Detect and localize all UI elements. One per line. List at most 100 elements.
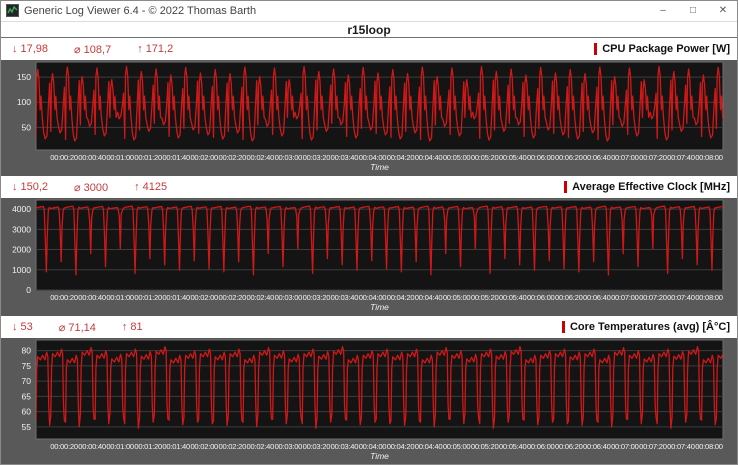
series-color-icon [562,321,565,333]
svg-text:00:05:20: 00:05:20 [471,293,499,302]
svg-text:00:07:20: 00:07:20 [639,293,667,302]
minimize-button[interactable]: – [648,0,678,21]
stat-max-value: 171,2 [146,43,174,55]
svg-text:00:05:00: 00:05:00 [443,293,471,302]
series-color-icon [564,181,567,193]
svg-text:00:03:20: 00:03:20 [303,153,331,162]
app-window: Generic Log Viewer 6.4 - © 2022 Thomas B… [0,0,738,465]
stat-min: ↓17,98 [12,43,48,55]
svg-text:00:01:40: 00:01:40 [162,293,190,302]
effective-clock-chart[interactable]: 0100020003000400000:00:2000:00:4000:01:0… [0,198,738,316]
svg-text:00:02:20: 00:02:20 [219,153,247,162]
stat-max: ↑81 [122,321,143,333]
series-label: Average Effective Clock [MHz] [564,181,730,193]
svg-text:00:04:20: 00:04:20 [387,442,415,451]
svg-text:75: 75 [22,361,32,371]
svg-text:80: 80 [22,346,32,356]
svg-text:00:06:20: 00:06:20 [555,442,583,451]
svg-text:00:03:20: 00:03:20 [303,442,331,451]
svg-text:00:06:00: 00:06:00 [527,153,555,162]
series-title: Core Temperatures (avg) [Â°C] [570,321,730,333]
svg-text:00:01:00: 00:01:00 [106,153,134,162]
window-title: Generic Log Viewer 6.4 - © 2022 Thomas B… [24,5,256,17]
svg-text:00:02:40: 00:02:40 [247,442,275,451]
avg-icon: ⌀ [74,44,81,56]
svg-text:00:04:40: 00:04:40 [415,442,443,451]
svg-text:00:04:20: 00:04:20 [387,293,415,302]
stat-max: ↑4125 [134,181,167,193]
svg-text:00:06:40: 00:06:40 [583,153,611,162]
max-arrow-icon: ↑ [134,181,140,193]
svg-text:00:03:00: 00:03:00 [275,442,303,451]
svg-text:00:02:20: 00:02:20 [219,293,247,302]
svg-text:00:00:40: 00:00:40 [78,153,106,162]
min-arrow-icon: ↓ [12,181,18,193]
max-arrow-icon: ↑ [137,43,143,55]
stats-row: ↓17,98 ⌀108,7 ↑171,2 CPU Package Power [… [0,38,738,60]
stat-avg: ⌀71,14 [59,321,96,334]
svg-text:00:04:40: 00:04:40 [415,293,443,302]
svg-text:00:04:00: 00:04:00 [359,293,387,302]
stat-avg-value: 108,7 [84,44,112,56]
svg-text:00:03:20: 00:03:20 [303,293,331,302]
stat-max: ↑171,2 [137,43,173,55]
svg-text:00:03:40: 00:03:40 [331,153,359,162]
svg-text:00:03:00: 00:03:00 [275,153,303,162]
svg-text:60: 60 [22,407,32,417]
svg-text:Time: Time [370,451,389,461]
svg-text:00:06:20: 00:06:20 [555,293,583,302]
svg-text:00:05:00: 00:05:00 [443,153,471,162]
series-label: Core Temperatures (avg) [Â°C] [562,321,730,333]
svg-text:00:00:20: 00:00:20 [50,153,78,162]
avg-icon: ⌀ [59,322,66,334]
svg-text:00:01:20: 00:01:20 [134,442,162,451]
app-icon [6,4,19,17]
log-header: r15loop [0,22,738,38]
svg-text:00:01:40: 00:01:40 [162,153,190,162]
close-button[interactable]: ✕ [708,0,738,21]
svg-text:00:02:40: 00:02:40 [247,153,275,162]
min-arrow-icon: ↓ [12,321,18,333]
svg-text:00:06:20: 00:06:20 [555,153,583,162]
svg-text:00:02:20: 00:02:20 [219,442,247,451]
log-name: r15loop [347,23,390,37]
chart-section-core-temps: ↓53 ⌀71,14 ↑81 Core Temperatures (avg) [… [0,316,738,465]
svg-text:2000: 2000 [12,245,31,255]
svg-text:00:05:20: 00:05:20 [471,442,499,451]
svg-text:00:08:00: 00:08:00 [695,153,723,162]
svg-text:00:07:00: 00:07:00 [611,293,639,302]
svg-text:00:02:40: 00:02:40 [247,293,275,302]
core-temps-chart[interactable]: 55606570758000:00:2000:00:4000:01:0000:0… [0,338,738,465]
series-title: CPU Package Power [W] [602,43,730,55]
svg-text:00:08:00: 00:08:00 [695,442,723,451]
stat-avg: ⌀3000 [74,181,108,194]
svg-text:00:05:20: 00:05:20 [471,153,499,162]
svg-text:00:05:40: 00:05:40 [499,293,527,302]
svg-text:00:01:40: 00:01:40 [162,442,190,451]
svg-text:00:07:00: 00:07:00 [611,153,639,162]
svg-text:00:07:40: 00:07:40 [667,153,695,162]
stat-min: ↓53 [12,321,33,333]
svg-text:00:06:40: 00:06:40 [583,293,611,302]
svg-text:00:02:00: 00:02:00 [190,442,218,451]
svg-text:00:00:40: 00:00:40 [78,442,106,451]
svg-text:00:04:20: 00:04:20 [387,153,415,162]
svg-text:00:00:20: 00:00:20 [50,442,78,451]
svg-text:65: 65 [22,391,32,401]
stats-row: ↓53 ⌀71,14 ↑81 Core Temperatures (avg) [… [0,316,738,338]
chart-section-cpu-power: ↓17,98 ⌀108,7 ↑171,2 CPU Package Power [… [0,38,738,176]
title-bar[interactable]: Generic Log Viewer 6.4 - © 2022 Thomas B… [0,0,738,22]
svg-text:4000: 4000 [12,204,31,214]
min-arrow-icon: ↓ [12,43,18,55]
svg-text:00:05:40: 00:05:40 [499,153,527,162]
svg-text:00:03:40: 00:03:40 [331,442,359,451]
svg-text:55: 55 [22,422,32,432]
cpu-power-chart[interactable]: 5010015000:00:2000:00:4000:01:0000:01:20… [0,60,738,176]
stat-max-value: 81 [130,321,142,333]
stat-min: ↓150,2 [12,181,48,193]
svg-text:00:00:40: 00:00:40 [78,293,106,302]
svg-text:00:01:20: 00:01:20 [134,153,162,162]
maximize-button[interactable]: □ [678,0,708,21]
max-arrow-icon: ↑ [122,321,128,333]
series-label: CPU Package Power [W] [594,43,730,55]
